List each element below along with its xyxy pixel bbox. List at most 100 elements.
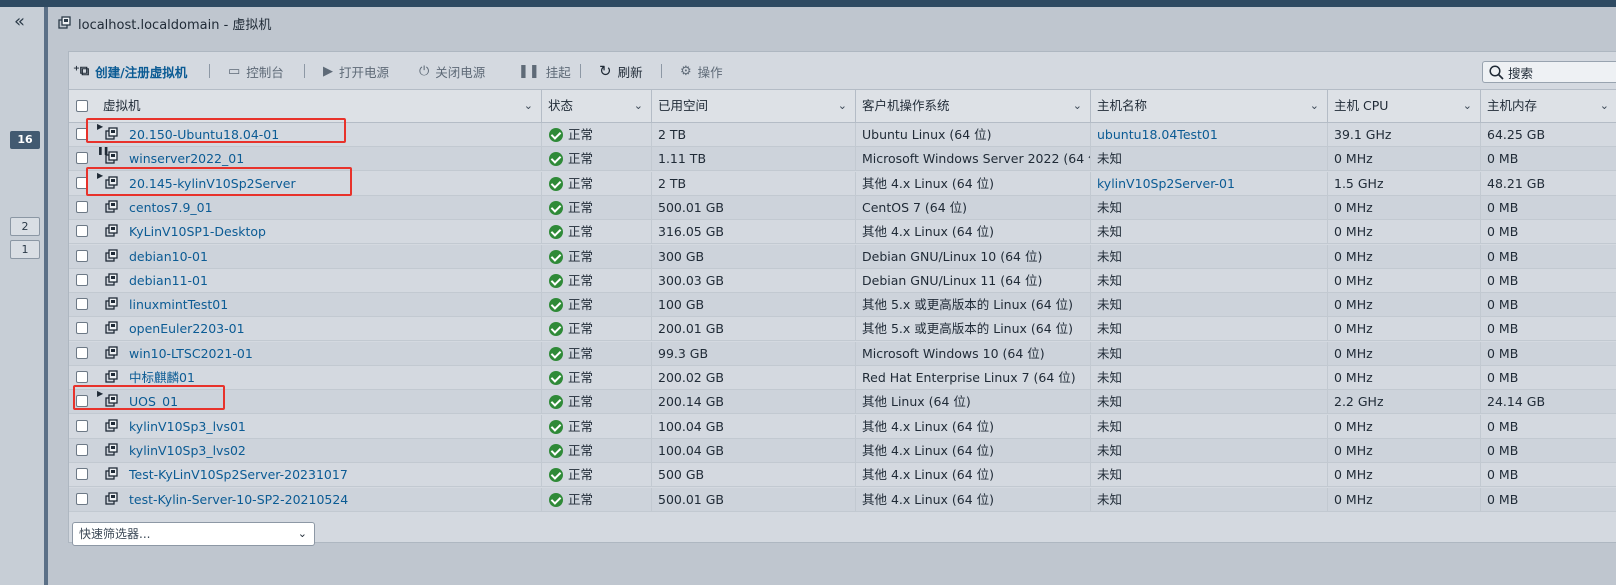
- row-checkbox[interactable]: [76, 225, 88, 238]
- suspend-button[interactable]: ❚❚ 挂起: [518, 62, 571, 80]
- virtual-machines-icon: [58, 16, 71, 29]
- power-off-button[interactable]: ⏻ 关闭电源: [419, 62, 485, 80]
- table-row[interactable]: Test-KyLinV10Sp2Server-20231017 正常 500 GB 其…: [69, 463, 1616, 488]
- vm-name-link[interactable]: KyLinV10SP1-Desktop: [129, 220, 266, 243]
- row-checkbox[interactable]: [76, 249, 88, 262]
- guest-os-cell: Microsoft Windows Server 2022 (64 位): [855, 147, 1090, 171]
- table-row[interactable]: KyLinV10SP1-Desktop 正常 316.05 GB 其他 4.x Lin…: [69, 220, 1616, 245]
- vm-name-link[interactable]: Test-KyLinV10Sp2Server-20231017: [129, 463, 348, 486]
- row-checkbox[interactable]: [76, 322, 88, 335]
- guest-os-cell: 其他 5.x 或更高版本的 Linux (64 位): [855, 293, 1090, 317]
- status-text: 正常: [568, 418, 594, 434]
- table-row[interactable]: debian11-01 正常 300.03 GB Debian GNU/Linux 1…: [69, 268, 1616, 293]
- table-row[interactable]: kylinV10Sp3_lvs02 正常 100.04 GB 其他 4.x Linux…: [69, 438, 1616, 463]
- status-cell: 正常: [541, 390, 651, 414]
- row-checkbox[interactable]: [76, 468, 88, 481]
- chevron-down-icon[interactable]: ⌄: [1073, 90, 1082, 122]
- table-row[interactable]: ▶ UOS_01 正常 200.14 GB 其他 Linux (64 位) 未知 2.2 G…: [69, 390, 1616, 415]
- chevron-down-icon[interactable]: ⌄: [1463, 90, 1472, 122]
- col-status-header[interactable]: 状态 ⌄: [541, 90, 651, 122]
- host-memory-cell: 0 MB: [1480, 317, 1616, 341]
- refresh-button[interactable]: ↻ 刷新: [599, 62, 643, 80]
- col-used-space-header[interactable]: 已用空间 ⌄: [651, 90, 855, 122]
- col-host-cpu-header[interactable]: 主机 CPU ⌄: [1327, 90, 1480, 122]
- pause-icon: ❚❚: [518, 63, 540, 79]
- row-checkbox[interactable]: [76, 443, 88, 456]
- chevron-down-icon: ⌄: [297, 527, 307, 540]
- row-checkbox[interactable]: [76, 152, 88, 165]
- row-checkbox[interactable]: [76, 371, 88, 383]
- row-checkbox[interactable]: [76, 273, 88, 286]
- virtual-machine-icon: [105, 491, 118, 505]
- power-on-button[interactable]: ▶ 打开电源: [323, 62, 389, 80]
- vm-name-link[interactable]: centos7.9_01: [129, 196, 213, 219]
- search-input[interactable]: 搜索: [1482, 61, 1616, 83]
- guest-os-cell: 其他 4.x Linux (64 位): [855, 438, 1090, 462]
- host-name-link[interactable]: ubuntu18.04Test01: [1090, 123, 1327, 146]
- vm-name-link[interactable]: kylinV10Sp3_lvs01: [129, 415, 246, 438]
- vm-name-link[interactable]: debian11-01: [129, 269, 208, 292]
- vm-name-link[interactable]: kylinV10Sp3_lvs02: [129, 439, 246, 462]
- vm-cell: centos7.9_01: [69, 196, 541, 219]
- col-host-name-header[interactable]: 主机名称 ⌄: [1090, 90, 1327, 122]
- vm-name-link[interactable]: linuxmintTest01: [129, 293, 228, 316]
- console-icon: ▭: [228, 63, 241, 79]
- used-space-cell: 200.01 GB: [651, 317, 855, 341]
- console-button[interactable]: ▭ 控制台: [228, 62, 284, 80]
- row-checkbox[interactable]: [76, 492, 88, 505]
- quick-filter-select[interactable]: 快速筛选器... ⌄: [72, 522, 315, 546]
- column-label: 主机 CPU: [1334, 98, 1389, 113]
- host-memory-cell: 64.25 GB: [1480, 123, 1616, 146]
- chevron-down-icon[interactable]: ⌄: [838, 90, 847, 122]
- status-text: 正常: [568, 467, 594, 483]
- count-badge: 1: [10, 240, 40, 259]
- chevron-down-icon[interactable]: ⌄: [1600, 90, 1609, 122]
- table-row[interactable]: linuxmintTest01 正常 100 GB 其他 5.x 或更高版本的 Lin…: [69, 293, 1616, 318]
- chevron-down-icon[interactable]: ⌄: [634, 90, 643, 122]
- host-cpu-cell: 0 MHz: [1327, 414, 1480, 438]
- power-icon: ⏻: [419, 63, 430, 79]
- status-text: 正常: [568, 127, 594, 142]
- vm-cell: test-Kylin-Server-10-SP2-20210524: [69, 488, 541, 511]
- col-guest-os-header[interactable]: 客户机操作系统 ⌄: [855, 90, 1090, 122]
- host-name-cell: 未知: [1090, 317, 1327, 341]
- used-space-cell: 100 GB: [651, 293, 855, 317]
- used-space-cell: 2 TB: [651, 123, 855, 146]
- check-circle-icon: [549, 395, 563, 410]
- host-cpu-cell: 0 MHz: [1327, 147, 1480, 171]
- table-row[interactable]: kylinV10Sp3_lvs01 正常 100.04 GB 其他 4.x Linux…: [69, 414, 1616, 439]
- status-text: 正常: [568, 175, 594, 191]
- host-memory-cell: 24.14 GB: [1480, 390, 1616, 414]
- row-checkbox[interactable]: [76, 200, 88, 213]
- host-name-cell: 未知: [1090, 220, 1327, 244]
- vm-name-link[interactable]: win10-LTSC2021-01: [129, 342, 253, 365]
- host-cpu-cell: 0 MHz: [1327, 487, 1480, 511]
- vm-name-link[interactable]: openEuler2203-01: [129, 317, 245, 340]
- table-row[interactable]: win10-LTSC2021-01 正常 99.3 GB Microsoft Wind…: [69, 341, 1616, 366]
- count-badge: 16: [10, 131, 40, 149]
- host-memory-cell: 0 MB: [1480, 366, 1616, 389]
- actions-button[interactable]: ⚙ 操作: [680, 62, 723, 80]
- host-name-link[interactable]: kylinV10Sp2Server-01: [1090, 171, 1327, 195]
- used-space-cell: 500 GB: [651, 463, 855, 487]
- check-circle-icon: [549, 298, 563, 313]
- vm-name-link[interactable]: debian10-01: [129, 245, 208, 268]
- chevron-down-icon[interactable]: ⌄: [1310, 90, 1319, 122]
- table-row[interactable]: openEuler2203-01 正常 200.01 GB 其他 5.x 或更高版本的…: [69, 317, 1616, 342]
- table-row[interactable]: 中标麒麟01 正常 200.02 GB Red Hat Enterprise Linu…: [69, 366, 1616, 390]
- navigator-panel: « 16 2 1: [0, 7, 44, 585]
- row-checkbox[interactable]: [76, 346, 88, 359]
- refresh-icon: ↻: [599, 62, 612, 80]
- host-memory-cell: 0 MB: [1480, 414, 1616, 438]
- table-row[interactable]: debian10-01 正常 300 GB Debian GNU/Linux 10 (…: [69, 244, 1616, 269]
- host-name-cell: 未知: [1090, 463, 1327, 487]
- vm-name-link[interactable]: test-Kylin-Server-10-SP2-20210524: [129, 488, 348, 511]
- row-checkbox[interactable]: [76, 419, 88, 432]
- col-host-memory-header[interactable]: 主机内存 ⌄: [1480, 90, 1616, 122]
- row-checkbox[interactable]: [76, 298, 88, 311]
- table-row[interactable]: test-Kylin-Server-10-SP2-20210524 正常 500.0…: [69, 487, 1616, 512]
- chevron-down-icon[interactable]: ⌄: [524, 90, 533, 122]
- create-register-vm-button[interactable]: ⁺⧉ 创建/注册虚拟机: [73, 62, 187, 80]
- table-row[interactable]: centos7.9_01 正常 500.01 GB CentOS 7 (64 位) 未知…: [69, 195, 1616, 220]
- collapse-navigator-icon[interactable]: «: [14, 13, 25, 31]
